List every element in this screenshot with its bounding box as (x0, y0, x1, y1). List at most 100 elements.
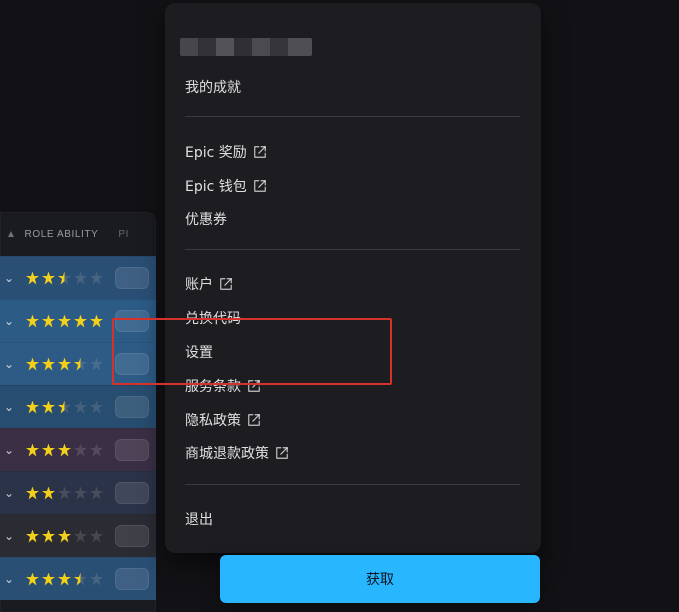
item-thumbnail (115, 525, 149, 547)
star-rating (26, 354, 103, 374)
menu-item-redeem-code[interactable]: 兑换代码 (185, 309, 241, 329)
role-list-rows: ⌄ ⌄ ⌄ ⌄ ⌄ ⌄ ⌄ ⌄ (0, 256, 156, 600)
star-icon (42, 271, 55, 285)
star-icon (58, 271, 71, 285)
menu-divider (185, 484, 520, 485)
role-list-header: ▲ ROLE ABILITY PI (0, 212, 156, 256)
get-button-label: 获取 (366, 572, 394, 588)
menu-item-store-refund-policy[interactable]: 商城退款政策 (185, 444, 289, 464)
username-obscured (180, 38, 312, 56)
star-icon (74, 572, 87, 586)
screen: ▲ ROLE ABILITY PI ⌄ ⌄ ⌄ ⌄ ⌄ ⌄ ⌄ ⌄ 我的成就 Epic 奖励 … (0, 0, 679, 612)
pi-column-header: PI (118, 228, 130, 240)
background-role-list: ▲ ROLE ABILITY PI ⌄ ⌄ ⌄ ⌄ ⌄ ⌄ ⌄ ⌄ (0, 212, 156, 612)
star-icon (58, 486, 71, 500)
menu-item-label: 优惠券 (185, 212, 227, 228)
star-icon (90, 357, 103, 371)
menu-item-label: 设置 (185, 345, 213, 361)
external-link-icon (247, 413, 261, 427)
chevron-down-icon: ⌄ (4, 271, 15, 285)
item-thumbnail (115, 439, 149, 461)
menu-item-label: 退出 (185, 512, 213, 528)
star-icon (90, 486, 103, 500)
chevron-down-icon: ⌄ (4, 357, 15, 371)
star-icon (26, 357, 39, 371)
star-icon (74, 357, 87, 371)
menu-item-epic-rewards[interactable]: Epic 奖励 (185, 143, 267, 163)
star-icon (74, 400, 87, 414)
menu-item-terms-of-service[interactable]: 服务条款 (185, 377, 261, 397)
menu-item-settings[interactable]: 设置 (185, 343, 213, 363)
star-icon (74, 529, 87, 543)
menu-divider (185, 116, 520, 117)
menu-item-account[interactable]: 账户 (185, 275, 233, 295)
role-list-row: ⌄ (0, 385, 156, 428)
star-icon (42, 357, 55, 371)
menu-item-label: 我的成就 (185, 80, 241, 96)
chevron-down-icon: ⌄ (4, 400, 15, 414)
menu-item-label: 隐私政策 (185, 413, 241, 429)
external-link-icon (219, 277, 233, 291)
star-icon (90, 572, 103, 586)
star-icon (58, 572, 71, 586)
star-rating (26, 311, 103, 331)
star-rating (26, 440, 103, 460)
item-thumbnail (115, 267, 149, 289)
sort-indicator: ▲ (6, 228, 17, 240)
role-list-row: ⌄ (0, 256, 156, 299)
role-list-row: ⌄ (0, 428, 156, 471)
star-icon (74, 271, 87, 285)
menu-item-coupons[interactable]: 优惠券 (185, 210, 227, 230)
star-icon (90, 314, 103, 328)
chevron-down-icon: ⌄ (4, 314, 15, 328)
external-link-icon (275, 446, 289, 460)
star-icon (26, 486, 39, 500)
role-list-row: ⌄ (0, 471, 156, 514)
star-rating (26, 483, 103, 503)
star-icon (26, 529, 39, 543)
star-icon (58, 357, 71, 371)
star-icon (42, 443, 55, 457)
star-icon (26, 400, 39, 414)
star-icon (74, 443, 87, 457)
role-list-row: ⌄ (0, 342, 156, 385)
star-icon (42, 314, 55, 328)
star-icon (58, 400, 71, 414)
star-icon (42, 529, 55, 543)
external-link-icon (247, 379, 261, 393)
star-icon (26, 271, 39, 285)
star-icon (58, 443, 71, 457)
account-menu: 我的成就 Epic 奖励 Epic 钱包 优惠券 账户 兑换代码 设置 服务条款… (165, 3, 541, 553)
star-icon (90, 529, 103, 543)
menu-item-label: 服务条款 (185, 379, 241, 395)
star-rating (26, 569, 103, 589)
star-rating (26, 397, 103, 417)
star-icon (90, 400, 103, 414)
external-link-icon (253, 145, 267, 159)
star-icon (58, 529, 71, 543)
menu-item-privacy-policy[interactable]: 隐私政策 (185, 411, 261, 431)
item-thumbnail (115, 353, 149, 375)
item-thumbnail (115, 396, 149, 418)
star-icon (26, 314, 39, 328)
menu-item-label: 商城退款政策 (185, 446, 269, 462)
menu-item-sign-out[interactable]: 退出 (185, 510, 213, 530)
menu-item-achievements[interactable]: 我的成就 (185, 78, 241, 98)
menu-item-label: Epic 奖励 (185, 145, 247, 161)
role-list-row: ⌄ (0, 299, 156, 342)
star-icon (42, 572, 55, 586)
menu-item-epic-wallet[interactable]: Epic 钱包 (185, 177, 267, 197)
chevron-down-icon: ⌄ (4, 572, 15, 586)
role-list-row: ⌄ (0, 514, 156, 557)
star-icon (90, 443, 103, 457)
star-icon (42, 486, 55, 500)
item-thumbnail (115, 482, 149, 504)
item-thumbnail (115, 310, 149, 332)
role-ability-column-header: ROLE ABILITY (24, 228, 99, 240)
get-button[interactable]: 获取 (220, 555, 540, 603)
star-icon (74, 486, 87, 500)
role-list-row: ⌄ (0, 557, 156, 600)
star-icon (26, 443, 39, 457)
star-rating (26, 268, 103, 288)
chevron-down-icon: ⌄ (4, 486, 15, 500)
